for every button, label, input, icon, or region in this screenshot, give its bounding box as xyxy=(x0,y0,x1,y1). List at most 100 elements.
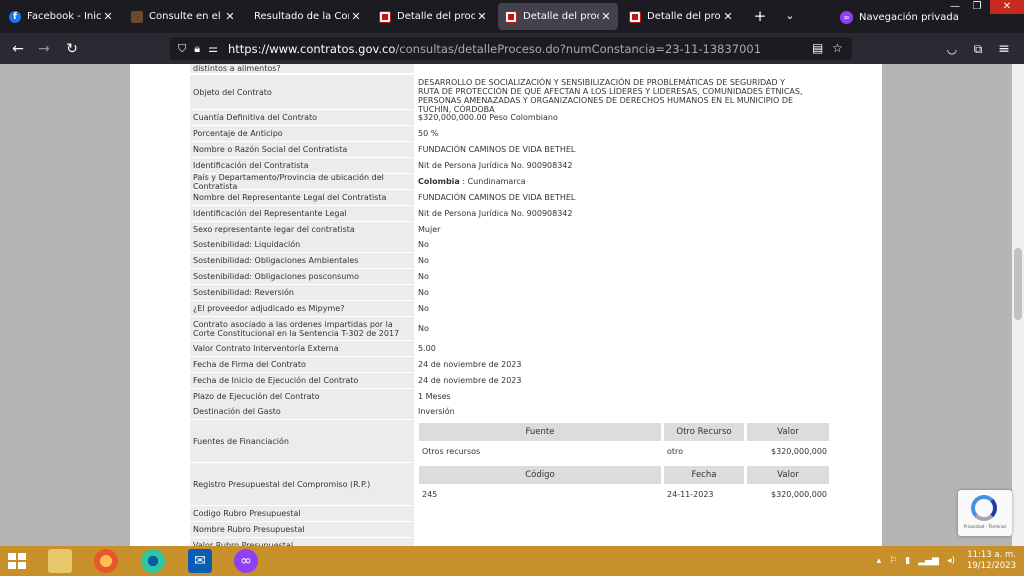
volume-icon[interactable]: ◂) xyxy=(947,556,955,566)
new-tab-icon[interactable]: + xyxy=(750,6,770,26)
clock[interactable]: 11:13 a. m. 19/12/2023 xyxy=(967,550,1016,572)
network-warning-icon[interactable]: ⚐ xyxy=(889,556,897,566)
row-label: Sostenibilidad: Reversión xyxy=(190,285,414,300)
mail-icon[interactable]: ✉ xyxy=(188,549,212,573)
url-path: /consultas/detalleProceso.do?numConstanc… xyxy=(395,41,762,56)
detail-row-destinacion: Destinación del Gasto Inversión xyxy=(190,404,830,419)
detail-row-nombre-rubro: Nombre Rubro Presupuestal xyxy=(190,522,830,537)
colombia-compra-icon xyxy=(629,10,641,23)
recaptcha-icon xyxy=(971,495,997,521)
table-cell: $320,000,000 xyxy=(771,489,827,499)
row-label: Porcentaje de Anticipo xyxy=(190,126,414,141)
chevron-down-icon[interactable]: ⌄ xyxy=(780,6,800,26)
firefox-icon[interactable] xyxy=(94,549,118,573)
table-header: Fuente xyxy=(419,423,661,441)
row-label: distintos a alimentos? xyxy=(190,64,414,73)
row-value: No xyxy=(418,240,429,249)
detail-row-fecha-inicio: Fecha de Inicio de Ejecución del Contrat… xyxy=(190,373,830,388)
table-cell: $320,000,000 xyxy=(771,446,827,456)
detail-row-codigo-rubro: Codigo Rubro Presupuestal xyxy=(190,506,830,521)
detail-row-objeto: Objeto del Contrato DESARROLLO DE SOCIAL… xyxy=(190,75,830,114)
detail-row-razon-social: Nombre o Razón Social del Contratista FUN… xyxy=(190,142,830,157)
tab-title: Detalle del proceso xyxy=(397,11,475,22)
row-value: 1 Meses xyxy=(418,392,451,401)
detail-row-representante: Nombre del Representante Legal del Contr… xyxy=(190,190,830,205)
scroll-thumb[interactable] xyxy=(1014,248,1022,320)
row-label: Plazo de Ejecución del Contrato xyxy=(190,389,414,404)
detail-row-reversion: Sostenibilidad: Reversión No xyxy=(190,285,830,300)
tab-detalle-3[interactable]: Detalle del proceso ✕ xyxy=(622,3,740,30)
row-label: Sexo representante legar del contratista xyxy=(190,222,414,237)
reader-view-icon[interactable]: ▤ xyxy=(812,41,823,55)
file-explorer-icon[interactable] xyxy=(48,549,72,573)
row-label: ¿El proveedor adjudicado es Mipyme? xyxy=(190,301,414,316)
tab-title: Consulte en el SECOP xyxy=(149,11,223,22)
close-icon[interactable]: ✕ xyxy=(349,10,363,23)
reload-icon[interactable]: ↻ xyxy=(62,39,82,59)
url-text[interactable]: https://www.contratos.gov.co/consultas/d… xyxy=(228,42,761,56)
clock-date: 19/12/2023 xyxy=(967,561,1016,571)
country-name: Colombia xyxy=(418,177,460,186)
detail-row-pais: País y Departamento/Provincia de ubicaci… xyxy=(190,173,830,191)
row-value: 24 de noviembre de 2023 xyxy=(418,360,522,369)
row-label: Codigo Rubro Presupuestal xyxy=(190,506,414,521)
facebook-icon: f xyxy=(9,10,21,23)
edge-icon[interactable] xyxy=(141,549,165,573)
close-icon[interactable]: ✕ xyxy=(223,10,237,23)
detail-row-cuantia: Cuantía Definitiva del Contrato $320,000,… xyxy=(190,110,830,125)
minimize-icon[interactable]: — xyxy=(944,0,966,14)
restore-icon[interactable]: ❐ xyxy=(966,0,988,14)
close-icon[interactable]: ✕ xyxy=(101,10,115,23)
row-value: Nit de Persona Jurídica No. 900908342 xyxy=(418,161,573,170)
row-label: Fuentes de Financiación xyxy=(190,420,414,462)
row-label: Nombre del Representante Legal del Contr… xyxy=(190,190,414,205)
system-tray: ▴ ⚐ ▮ ▂▄▆ ◂) 11:13 a. m. 19/12/2023 xyxy=(873,546,1016,576)
detail-row-liquidacion: Sostenibilidad: Liquidación No xyxy=(190,237,830,252)
bookmark-star-icon[interactable]: ☆ xyxy=(832,41,843,55)
forward-arrow-icon[interactable]: → xyxy=(34,39,54,59)
detail-row-ambientales: Sostenibilidad: Obligaciones Ambientales… xyxy=(190,253,830,268)
battery-icon[interactable]: ▮ xyxy=(905,556,910,566)
page-scrollbar[interactable] xyxy=(1012,64,1024,546)
row-label: Nombre Rubro Presupuestal xyxy=(190,522,414,537)
tab-resultado[interactable]: Resultado de la Consulta ✕ xyxy=(246,3,368,30)
close-icon[interactable]: ✕ xyxy=(721,10,735,23)
signal-icon[interactable]: ▂▄▆ xyxy=(918,556,939,566)
row-value: Colombia : Cundinamarca xyxy=(418,174,830,189)
lock-icon[interactable]: 🔒︎ xyxy=(194,42,200,56)
row-value: FUNDACIÓN CAMINOS DE VIDA BETHEL xyxy=(418,145,576,154)
detail-row-registro: Registro Presupuestal del Compromiso (R.… xyxy=(190,463,830,505)
detail-row-sexo: Sexo representante legar del contratista… xyxy=(190,222,830,237)
row-value: No xyxy=(418,324,429,333)
fuentes-table: Fuente Otro Recurso Valor Otros recursos… xyxy=(418,423,830,461)
close-icon[interactable]: ✕ xyxy=(599,10,613,23)
tab-title: Detalle del proceso xyxy=(523,11,599,22)
close-icon[interactable]: ✕ xyxy=(475,10,489,23)
close-window-icon[interactable]: ✕ xyxy=(990,0,1024,14)
pocket-icon[interactable]: ◡ xyxy=(942,39,962,59)
table-header: Código xyxy=(419,466,661,484)
tab-detalle-active[interactable]: Detalle del proceso ✕ xyxy=(498,3,618,30)
windows-start-icon[interactable] xyxy=(8,553,26,569)
firefox-private-icon[interactable]: ∞ xyxy=(234,549,258,573)
extensions-icon[interactable]: ⧉ xyxy=(968,39,988,59)
back-arrow-icon[interactable]: ← xyxy=(8,39,28,59)
tab-facebook[interactable]: f Facebook - Inicia ses ✕ xyxy=(2,3,120,30)
table-header: Fecha xyxy=(664,466,744,484)
chevron-up-icon[interactable]: ▴ xyxy=(877,556,882,566)
menu-icon[interactable]: ≡ xyxy=(994,39,1014,59)
tab-detalle-1[interactable]: Detalle del proceso ✕ xyxy=(372,3,494,30)
tab-secop[interactable]: Consulte en el SECOP ✕ xyxy=(124,3,242,30)
permissions-icon[interactable]: ⚌ xyxy=(208,42,218,55)
row-label: Valor Contrato Interventoría Externa xyxy=(190,341,414,356)
recaptcha-terms[interactable]: Privacidad - Términos xyxy=(958,524,1012,529)
recaptcha-badge[interactable]: Privacidad - Términos xyxy=(958,490,1012,536)
address-bar[interactable]: ⛉ 🔒︎ ⚌ https://www.contratos.gov.co/cons… xyxy=(170,37,852,60)
row-label: Identificación del Representante Legal xyxy=(190,206,414,221)
detail-row-mipyme: ¿El proveedor adjudicado es Mipyme? No xyxy=(190,301,830,316)
row-label: Objeto del Contrato xyxy=(190,75,414,109)
table-header: Otro Recurso xyxy=(664,423,744,441)
detail-row-t302: Contrato asociado a las ordenes impartid… xyxy=(190,317,830,340)
shield-icon[interactable]: ⛉ xyxy=(178,42,186,56)
detail-row-id-contratista: Identificación del Contratista Nit de Per… xyxy=(190,158,830,173)
